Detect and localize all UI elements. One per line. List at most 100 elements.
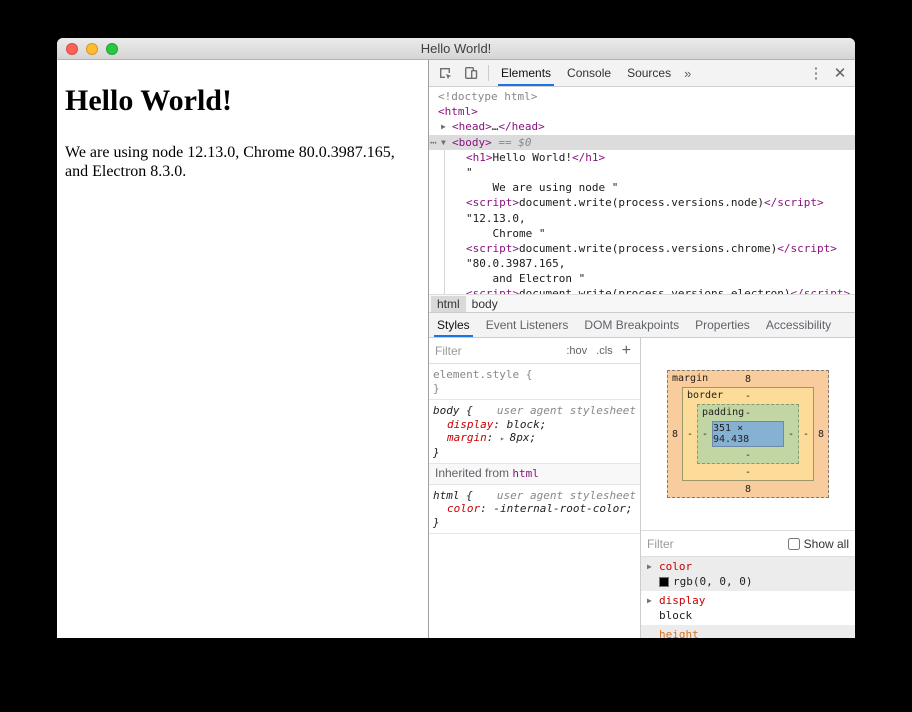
dom-node-line[interactable]: Chrome " [429, 226, 855, 241]
style-selector-line: element.style { [433, 368, 636, 382]
tab-accessibility[interactable]: Accessibility [758, 313, 839, 337]
computed-properties-list: ▶ color rgb(0, 0, 0) ▶ display block height [641, 557, 855, 638]
computed-property-row[interactable]: ▶ color rgb(0, 0, 0) [641, 557, 855, 591]
toggle-class-button[interactable]: .cls [593, 343, 616, 359]
toggle-hover-state-button[interactable]: :hov [563, 343, 590, 359]
dom-node-line[interactable]: and Electron " [429, 271, 855, 286]
node-menu-icon[interactable]: ⋯ [430, 135, 437, 150]
style-property-name[interactable]: display [447, 418, 493, 431]
style-property-name[interactable]: color [447, 502, 480, 515]
dom-token: </script> [764, 196, 824, 210]
style-property-value[interactable]: block [507, 418, 540, 431]
inherited-from-link[interactable]: html [512, 467, 539, 480]
dom-node-line[interactable]: ▶ <head>…</head> [429, 119, 855, 134]
style-selector[interactable]: body [433, 404, 460, 417]
twisty-icon[interactable]: ▶ [441, 119, 446, 134]
dom-token: Chrome " [466, 226, 546, 240]
style-property-name[interactable]: margin [447, 431, 487, 444]
dom-node-line[interactable]: <html> [429, 104, 855, 119]
tab-sources[interactable]: Sources [619, 60, 679, 86]
expand-property-icon[interactable]: ▶ [647, 562, 655, 571]
open-brace: { [459, 488, 473, 502]
tab-elements[interactable]: Elements [493, 60, 559, 86]
dom-node-line[interactable]: <script>document.write(process.versions.… [429, 195, 855, 210]
color-swatch [659, 576, 669, 587]
dom-node-line[interactable]: "12.13.0, [429, 211, 855, 226]
box-model-border[interactable]: border - - padding - - 351 × 94.438 - - … [682, 387, 814, 481]
minimize-window-button[interactable] [86, 42, 98, 55]
dom-node-line[interactable]: We are using node " [429, 180, 855, 195]
tab-dom-breakpoints[interactable]: DOM Breakpoints [576, 313, 687, 337]
style-property-value[interactable]: -internal-root-color [493, 502, 625, 515]
dom-token: "12.13.0, [466, 211, 526, 225]
dom-token: </script> [777, 241, 837, 255]
toolbar-divider [488, 65, 489, 81]
computed-property-name: height [659, 628, 699, 638]
padding-top-value: - [744, 407, 752, 419]
show-all-checkbox[interactable] [787, 537, 800, 550]
window-titlebar[interactable]: Hello World! [57, 38, 855, 60]
margin-left-value: 8 [671, 428, 679, 440]
tab-console[interactable]: Console [559, 60, 619, 86]
style-selector[interactable]: html [433, 489, 460, 502]
style-rules-list: element.style {} user agent stylesheet bod… [429, 364, 640, 638]
device-toolbar-icon[interactable] [458, 60, 484, 86]
semicolon: ; [539, 417, 547, 431]
margin-top-value: 8 [744, 373, 752, 385]
dom-token: </head> [498, 120, 545, 134]
devtools-menu-icon[interactable]: ⋮ [804, 66, 828, 81]
page-paragraph: We are using node 12.13.0, Chrome 80.0.3… [65, 143, 395, 180]
dom-token: <!doctype html> [438, 90, 538, 103]
inspect-element-icon[interactable] [432, 60, 458, 86]
open-brace: { [459, 404, 473, 417]
dom-node-line[interactable]: " [429, 165, 855, 180]
style-declaration[interactable]: display: block; [433, 418, 636, 432]
semicolon: ; [529, 431, 537, 444]
dom-node-line[interactable]: "80.0.3987.165, [429, 256, 855, 271]
styles-filter-row: :hov .cls + [429, 338, 640, 364]
style-declaration[interactable]: margin: ▸ 8px; [433, 431, 636, 446]
devtools-close-icon[interactable]: ✕ [828, 66, 852, 81]
more-tabs-icon[interactable]: » [679, 60, 696, 86]
style-property-value[interactable]: 8px [510, 431, 530, 444]
devtools-toolbar: Elements Console Sources » ⋮ ✕ [429, 60, 855, 87]
style-rule[interactable]: user agent stylesheet html {color: -inter… [429, 485, 640, 534]
style-rule[interactable]: element.style {} [429, 364, 640, 400]
tab-styles[interactable]: Styles [429, 313, 478, 337]
expand-longhand-icon[interactable]: ▸ [500, 434, 510, 443]
dom-node-line[interactable]: <h1>Hello World!</h1> [429, 150, 855, 165]
dom-node-line[interactable]: <script>document.write(process.versions.… [429, 241, 855, 256]
dom-token: <head> [452, 120, 492, 134]
style-rule[interactable]: user agent stylesheet body {display: bloc… [429, 400, 640, 464]
stylesheet-origin-label: user agent stylesheet [496, 404, 636, 417]
dom-tree: <!doctype html> <html> ▶ <head>…</head> ⋯ ▼ <b… [429, 87, 855, 294]
styles-filter-input[interactable] [435, 343, 561, 358]
box-model-content[interactable]: 351 × 94.438 [712, 421, 784, 447]
rendered-page: Hello World! We are using node 12.13.0, … [57, 60, 428, 638]
twisty-icon[interactable]: ▼ [441, 135, 446, 150]
box-model-padding[interactable]: padding - - 351 × 94.438 - - [697, 404, 799, 464]
padding-right-value: - [787, 428, 795, 440]
dom-node-line[interactable]: <script>document.write(process.versions.… [429, 286, 855, 294]
breadcrumb-item-body[interactable]: body [466, 296, 504, 312]
close-window-button[interactable] [66, 42, 78, 55]
dom-node-line[interactable]: ⋯ ▼ <body> == $0 [429, 134, 855, 150]
box-model-margin[interactable]: margin 8 8 border - - padding - - 351 × … [667, 370, 829, 498]
tab-event-listeners[interactable]: Event Listeners [478, 313, 577, 337]
window-title: Hello World! [420, 41, 492, 56]
dom-node-line[interactable]: <!doctype html> [429, 89, 855, 104]
breadcrumb-item-html[interactable]: html [431, 295, 466, 312]
computed-filter-input[interactable] [647, 536, 785, 551]
new-style-rule-button[interactable]: + [619, 342, 634, 360]
inherited-from-header: Inherited from html [429, 464, 640, 485]
expand-property-icon[interactable]: ▶ [647, 596, 655, 605]
computed-property-row[interactable]: ▶ display block [641, 591, 855, 625]
style-declaration[interactable]: color: -internal-root-color; [433, 502, 636, 516]
content-size-value: 351 × 94.438 [713, 423, 750, 445]
tab-properties[interactable]: Properties [687, 313, 758, 337]
show-all-toggle[interactable]: Show all [787, 537, 849, 551]
zoom-window-button[interactable] [106, 42, 118, 55]
dom-token: <html> [438, 105, 478, 119]
computed-property-row[interactable]: height [641, 625, 855, 638]
style-selector[interactable]: element.style [433, 368, 519, 381]
